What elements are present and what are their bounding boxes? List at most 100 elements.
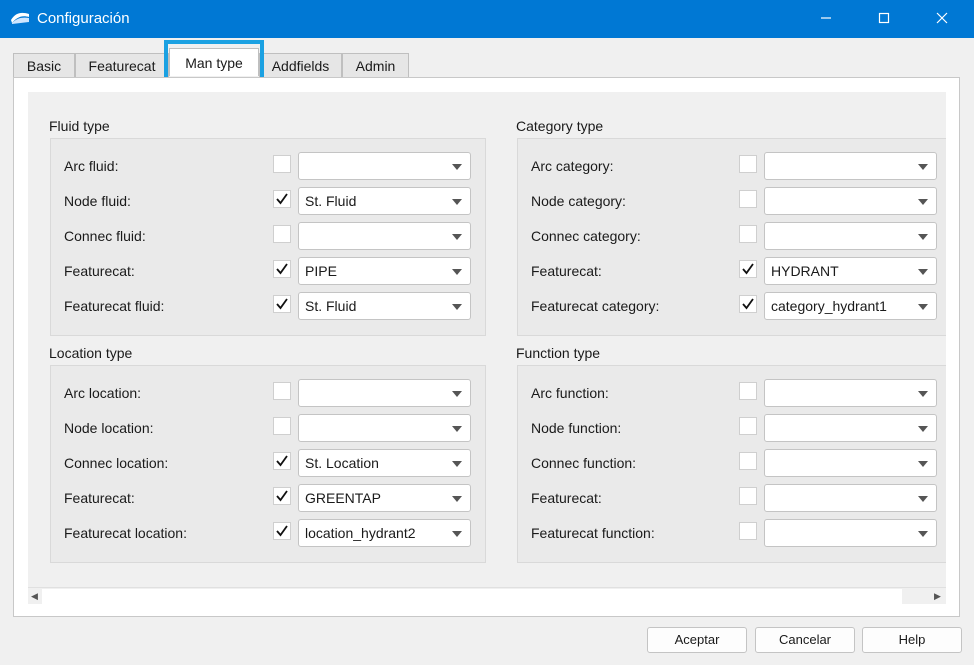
node-fluid-checkbox[interactable] [273,190,291,208]
connec-location-checkbox[interactable] [273,452,291,470]
row-label: Featurecat: [64,490,135,506]
category-group: Arc category: Node category: Connec cate… [517,138,946,336]
fluid-featurecat-checkbox[interactable] [273,260,291,278]
maximize-button[interactable] [855,0,913,38]
window-title: Configuración [37,10,130,27]
tab-basic[interactable]: Basic [13,53,75,78]
connec-location-combo[interactable]: St. Location [298,449,471,477]
function-featurecat-combo[interactable] [764,484,937,512]
row-label: Featurecat fluid: [64,298,165,314]
featurecat-location-checkbox[interactable] [273,522,291,540]
category-group-title: Category type [516,118,604,134]
chevron-down-icon [452,496,462,502]
function-row-node: Node function: [518,414,946,442]
featurecat-fluid-combo[interactable]: St. Fluid [298,292,471,320]
arc-fluid-combo[interactable] [298,152,471,180]
tab-admin[interactable]: Admin [342,53,409,78]
checkmark-icon [276,455,288,467]
category-featurecat-combo[interactable]: HYDRANT [764,257,937,285]
arc-category-checkbox[interactable] [739,155,757,173]
row-label: Node location: [64,420,154,436]
connec-fluid-combo[interactable] [298,222,471,250]
checkmark-icon [276,525,288,537]
connec-category-checkbox[interactable] [739,225,757,243]
scrollbar-thumb[interactable] [42,589,902,604]
fluid-row-connec: Connec fluid: [51,222,485,250]
connec-function-checkbox[interactable] [739,452,757,470]
arc-function-combo[interactable] [764,379,937,407]
maximize-icon [878,11,890,27]
category-row-arc: Arc category: [518,152,946,180]
row-label: Featurecat: [531,263,602,279]
row-label: Featurecat category: [531,298,660,314]
chevron-down-icon [918,391,928,397]
function-row-featurecat: Featurecat: [518,484,946,512]
connec-function-combo[interactable] [764,449,937,477]
node-location-combo[interactable] [298,414,471,442]
chevron-down-icon [452,304,462,310]
location-row-arc: Arc location: [51,379,485,407]
row-label: Node category: [531,193,626,209]
category-featurecat-checkbox[interactable] [739,260,757,278]
row-label: Arc location: [64,385,142,401]
row-label: Featurecat function: [531,525,655,541]
chevron-down-icon [452,461,462,467]
scroll-area: Fluid type Arc fluid: Node fluid: St. Fl… [28,92,946,587]
tab-addfields[interactable]: Addfields [259,53,342,78]
row-label: Featurecat: [531,490,602,506]
featurecat-category-combo[interactable]: category_hydrant1 [764,292,937,320]
function-row-connec: Connec function: [518,449,946,477]
location-featurecat-combo[interactable]: GREENTAP [298,484,471,512]
horizontal-scrollbar[interactable]: ◀ ▶ [28,587,946,604]
node-category-combo[interactable] [764,187,937,215]
function-group-title: Function type [516,345,601,361]
help-button[interactable]: Help [862,627,962,653]
featurecat-function-combo[interactable] [764,519,937,547]
chevron-down-icon [918,531,928,537]
scroll-right-icon[interactable]: ▶ [934,591,941,602]
cancel-button[interactable]: Cancelar [755,627,855,653]
app-icon [10,10,30,26]
arc-function-checkbox[interactable] [739,382,757,400]
row-label: Connec fluid: [64,228,146,244]
location-row-node: Node location: [51,414,485,442]
chevron-down-icon [918,426,928,432]
chevron-down-icon [918,234,928,240]
arc-location-combo[interactable] [298,379,471,407]
featurecat-function-checkbox[interactable] [739,522,757,540]
arc-fluid-checkbox[interactable] [273,155,291,173]
node-category-checkbox[interactable] [739,190,757,208]
tab-featurecat[interactable]: Featurecat [75,53,169,78]
function-row-featurecat-function: Featurecat function: [518,519,946,547]
row-label: Featurecat location: [64,525,187,541]
location-featurecat-checkbox[interactable] [273,487,291,505]
minimize-button[interactable] [797,0,855,38]
tab-man-type[interactable]: Man type [169,48,259,76]
connec-fluid-checkbox[interactable] [273,225,291,243]
fluid-featurecat-combo[interactable]: PIPE [298,257,471,285]
location-row-featurecat-location: Featurecat location: location_hydrant2 [51,519,485,547]
fluid-row-arc: Arc fluid: [51,152,485,180]
featurecat-fluid-checkbox[interactable] [273,295,291,313]
featurecat-category-checkbox[interactable] [739,295,757,313]
chevron-down-icon [452,269,462,275]
node-location-checkbox[interactable] [273,417,291,435]
node-fluid-combo[interactable]: St. Fluid [298,187,471,215]
node-function-checkbox[interactable] [739,417,757,435]
checkmark-icon [276,490,288,502]
node-function-combo[interactable] [764,414,937,442]
scroll-left-icon[interactable]: ◀ [31,591,38,602]
connec-category-combo[interactable] [764,222,937,250]
arc-category-combo[interactable] [764,152,937,180]
arc-location-checkbox[interactable] [273,382,291,400]
chevron-down-icon [918,304,928,310]
accept-button[interactable]: Aceptar [647,627,747,653]
location-row-connec: Connec location: St. Location [51,449,485,477]
row-label: Arc category: [531,158,614,174]
close-button[interactable] [913,0,971,38]
chevron-down-icon [452,531,462,537]
location-group-title: Location type [49,345,133,361]
function-featurecat-checkbox[interactable] [739,487,757,505]
featurecat-location-combo[interactable]: location_hydrant2 [298,519,471,547]
row-label: Connec location: [64,455,169,471]
